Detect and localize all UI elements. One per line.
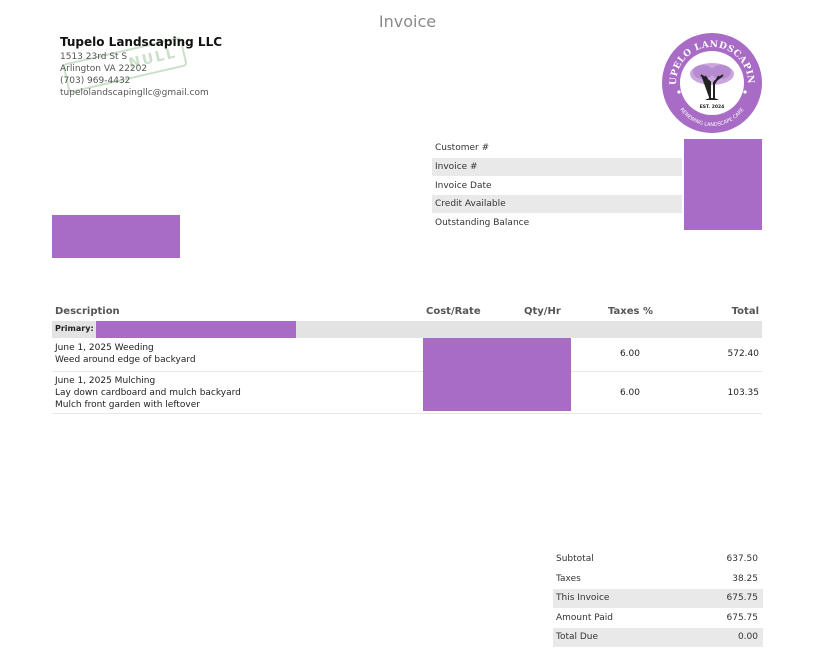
company-name: Tupelo Landscaping LLC [60,35,223,49]
summary-total-due: Total Due 0.00 [553,628,763,647]
header-qty-hr: Qty/Hr [524,306,561,317]
row-separator [52,413,762,414]
taxes-label: Taxes [556,574,581,584]
this-invoice-value: 675.75 [726,593,759,603]
document-title: Invoice [378,12,437,31]
item-2-line-1: June 1, 2025 Mulching [55,376,156,386]
redacted-primary [96,321,296,338]
company-email: tupelolandscapingllc@gmail.com [60,88,209,98]
header-description: Description [55,306,120,317]
amount-paid-label: Amount Paid [556,613,613,623]
meta-label-outstanding-balance: Outstanding Balance [435,218,530,228]
total-due-value: 0.00 [737,632,758,642]
this-invoice-label: This Invoice [556,593,610,603]
item-2-tax: 6.00 [619,388,640,398]
redacted-bill-to [52,215,180,258]
row-separator [52,371,762,372]
meta-row-invoice-date: Invoice Date [432,177,682,195]
meta-label-invoice-date: Invoice Date [435,181,492,191]
item-1-total: 572.40 [727,349,760,359]
meta-row-credit-available: Credit Available [432,195,682,213]
meta-label-credit-available: Credit Available [435,199,506,209]
summary-subtotal: Subtotal 637.50 [553,550,763,569]
company-address-line2: Arlington VA 22202 [60,64,148,74]
meta-row-outstanding-balance: Outstanding Balance [432,214,682,232]
redacted-cost-qty [423,338,571,411]
item-1-line-1: June 1, 2025 Weeding [55,343,154,353]
header-taxes: Taxes % [608,306,653,317]
item-1-tax: 6.00 [619,349,640,359]
primary-label: Primary: [55,324,94,333]
header-cost-rate: Cost/Rate [426,306,481,317]
summary-amount-paid: Amount Paid 675.75 [553,609,763,628]
company-address-line1: 1513 23rd St S [60,52,128,62]
redacted-meta-values [684,139,762,230]
subtotal-label: Subtotal [556,554,594,564]
subtotal-value: 637.50 [726,554,759,564]
item-2-line-2: Lay down cardboard and mulch backyard [55,388,241,398]
meta-row-customer: Customer # [432,139,682,157]
logo-est: EST. 2024 [700,104,725,110]
summary-taxes: Taxes 38.25 [553,570,763,589]
item-1-line-2: Weed around edge of backyard [55,355,196,365]
summary-this-invoice: This Invoice 675.75 [553,589,763,608]
header-total: Total [731,306,759,317]
meta-row-invoice-number: Invoice # [432,158,682,176]
item-2-line-3: Mulch front garden with leftover [55,400,200,410]
meta-label-customer: Customer # [435,143,490,153]
company-phone: (703) 969-4432 [60,76,131,86]
amount-paid-value: 675.75 [726,613,759,623]
item-2-total: 103.35 [727,388,760,398]
company-logo: TUPELO LANDSCAPING RENEWING LANDSCAPE CA… [661,32,762,133]
taxes-value: 38.25 [732,574,758,584]
meta-label-invoice-number: Invoice # [435,162,478,172]
total-due-label: Total Due [556,632,599,642]
